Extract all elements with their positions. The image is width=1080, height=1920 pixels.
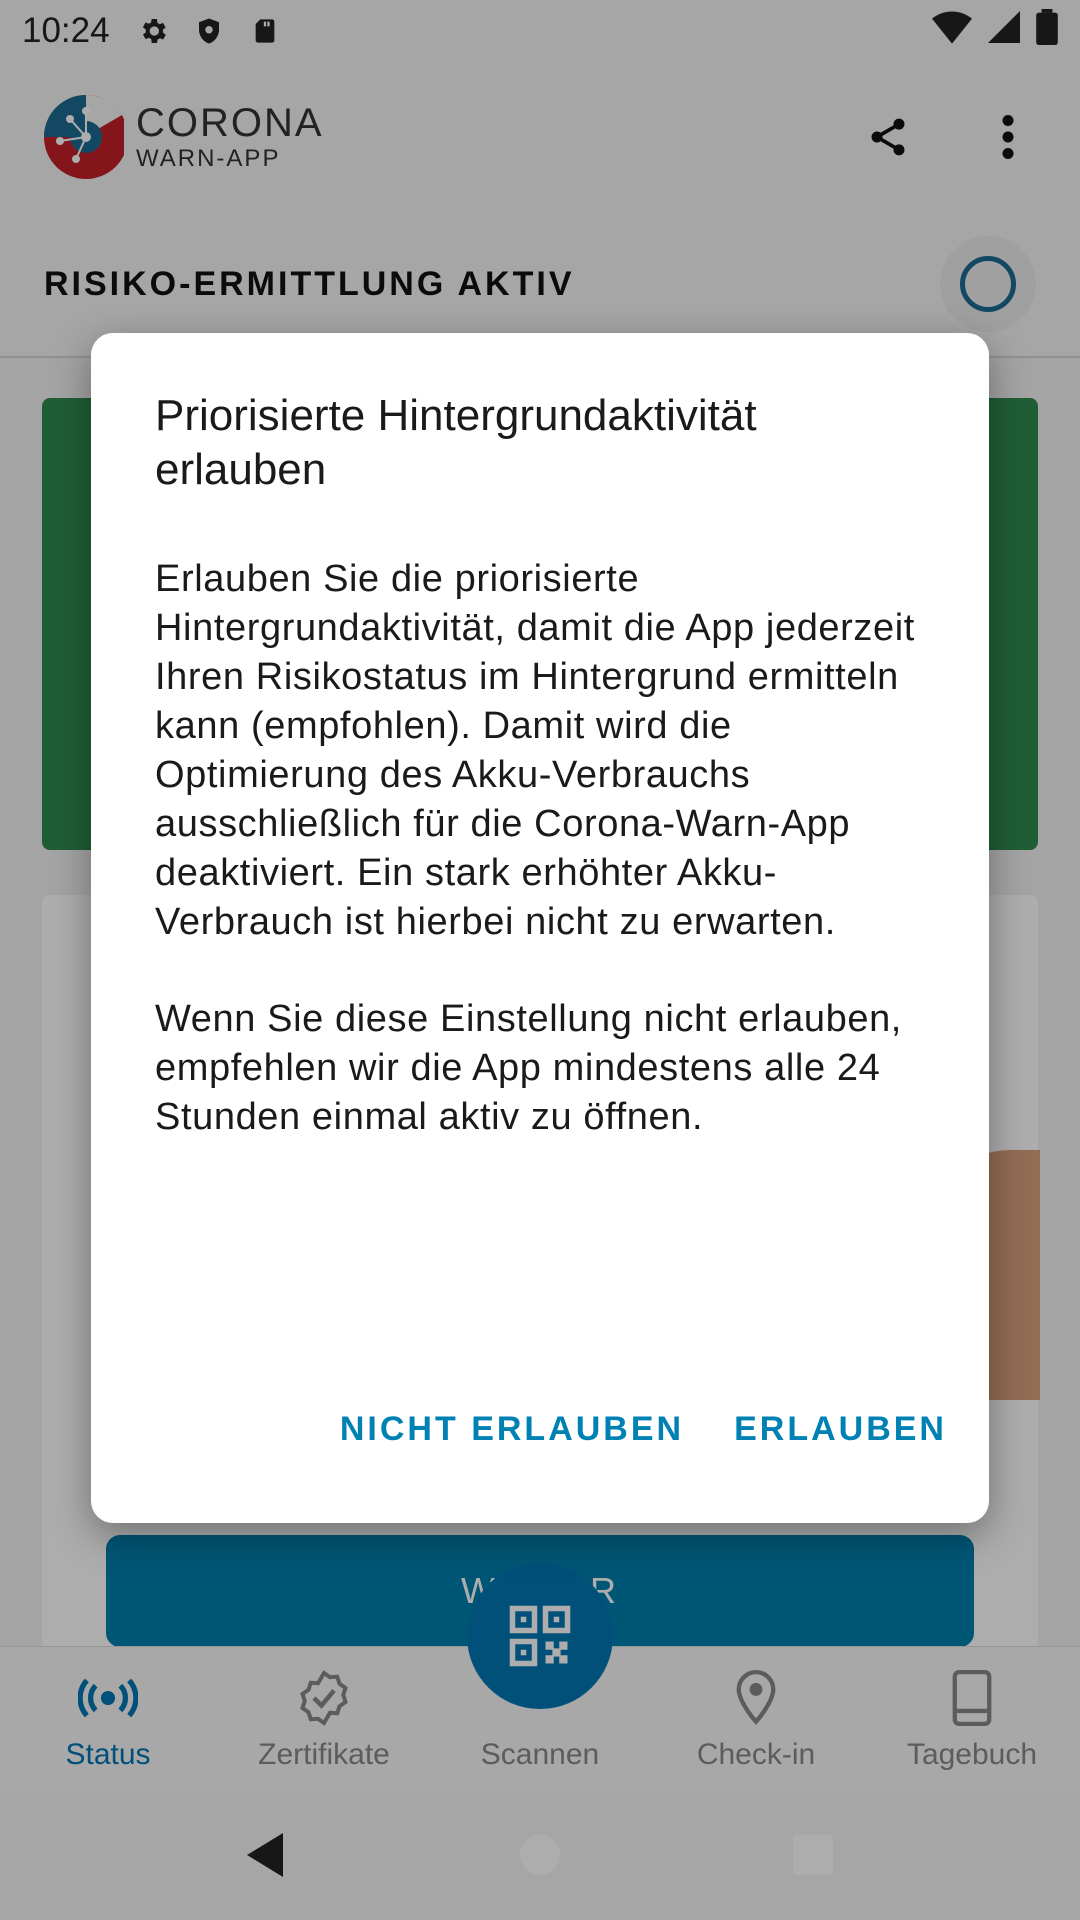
allow-button[interactable]: ERLAUBEN <box>730 1394 951 1465</box>
deny-button[interactable]: NICHT ERLAUBEN <box>336 1394 688 1465</box>
dialog-title: Priorisierte Hintergrundaktivität erlaub… <box>155 391 757 494</box>
dialog-message: Erlauben Sie die priorisierte Hintergrun… <box>155 555 927 1142</box>
dialog-actions: NICHT ERLAUBEN ERLAUBEN <box>91 1373 989 1485</box>
dialog-paragraph-2: Wenn Sie diese Einstellung nicht erlaube… <box>155 998 902 1138</box>
background-activity-dialog: Priorisierte Hintergrundaktivität erlaub… <box>91 333 989 1523</box>
dialog-paragraph-1: Erlauben Sie die priorisierte Hintergrun… <box>155 558 915 943</box>
